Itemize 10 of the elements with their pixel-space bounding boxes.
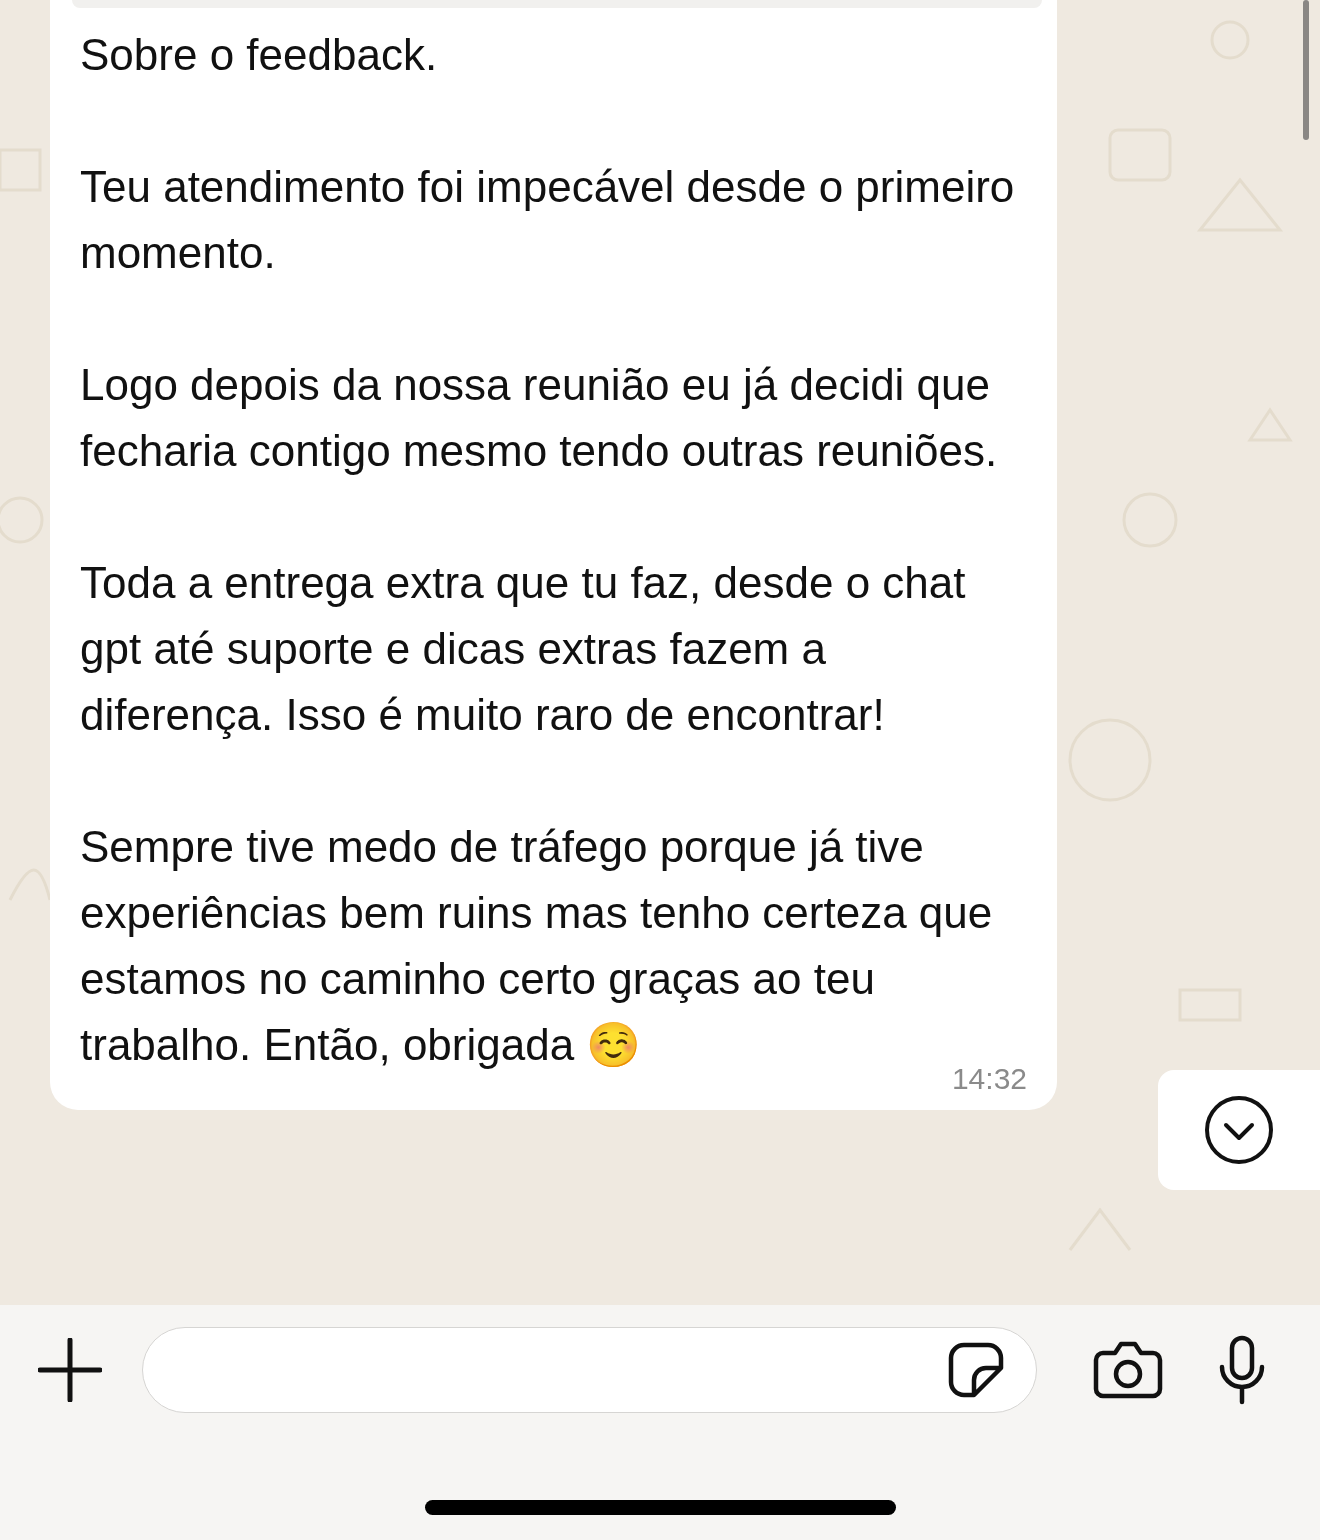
sticker-icon[interactable] [948,1342,1004,1398]
camera-icon[interactable] [1093,1341,1163,1399]
microphone-icon[interactable] [1217,1335,1267,1405]
message-text: Sobre o feedback. [80,29,439,81]
message-text: Teu atendimento foi impecável desde o primeiro momento. [80,161,1016,279]
message-text: Toda a entrega extra que tu faz, desde o chat gpt até suporte e dicas extras fazem a diferença. Isso é muito raro de encontrar! [80,557,967,741]
plus-icon[interactable] [38,1338,102,1402]
message-text: Logo depois da nossa reunião eu já decidi que fecharia contigo mesmo tendo outras reuniões. [80,359,999,477]
scroll-down-button[interactable] [1158,1070,1320,1190]
chevron-down-icon [1204,1095,1274,1165]
